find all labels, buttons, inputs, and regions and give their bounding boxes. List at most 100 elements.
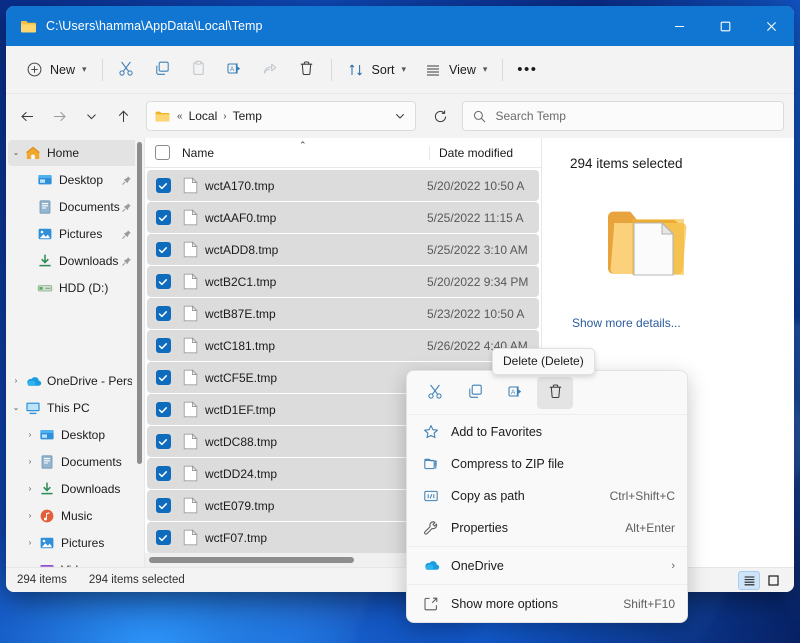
sidebar-item-hdd-d[interactable]: HDD (D:) — [8, 275, 138, 301]
refresh-button[interactable] — [426, 102, 454, 130]
view-button[interactable]: View ▾ — [415, 54, 496, 86]
sidebar-item-documents[interactable]: Documents — [8, 194, 138, 220]
file-row[interactable]: wctADD8.tmp5/25/2022 3:10 AM — [147, 234, 539, 265]
context-item-onedrive[interactable]: OneDrive › — [411, 550, 683, 581]
search-input[interactable] — [495, 109, 773, 123]
sidebar-item-this-pc[interactable]: ⌄This PC — [8, 395, 138, 421]
sort-arrows-icon — [347, 61, 365, 79]
sort-button[interactable]: Sort ▾ — [338, 54, 415, 86]
file-row[interactable]: wctA170.tmp5/20/2022 10:50 A — [147, 170, 539, 201]
file-row[interactable]: wctB2C1.tmp5/20/2022 9:34 PM — [147, 266, 539, 297]
row-checkbox[interactable] — [147, 210, 179, 225]
row-checkbox[interactable] — [147, 402, 179, 417]
sidebar-scrollbar-thumb[interactable] — [137, 142, 142, 464]
file-row[interactable]: wctAAF0.tmp5/25/2022 11:15 A — [147, 202, 539, 233]
checkbox-box — [156, 466, 171, 481]
pin-icon[interactable] — [121, 256, 132, 267]
share-button[interactable] — [253, 54, 289, 86]
sidebar-item-downloads[interactable]: ›Downloads — [8, 476, 138, 502]
row-checkbox[interactable] — [147, 338, 179, 353]
sidebar-item-pictures[interactable]: Pictures — [8, 221, 138, 247]
file-icon — [179, 433, 201, 450]
breadcrumb-segment-local[interactable]: Local — [184, 105, 223, 127]
column-header-name[interactable]: Name ⌃ — [179, 146, 429, 160]
context-item-add-to-favorites[interactable]: Add to Favorites — [411, 416, 683, 447]
context-item-show-more-options[interactable]: Show more options Shift+F10 — [411, 588, 683, 619]
horizontal-scrollbar-thumb[interactable] — [149, 557, 354, 563]
row-checkbox[interactable] — [147, 274, 179, 289]
file-row[interactable]: wctB87E.tmp5/23/2022 10:50 A — [147, 298, 539, 329]
context-delete-button[interactable] — [537, 377, 573, 409]
recent-locations-button[interactable] — [76, 101, 106, 131]
new-button[interactable]: New ▾ — [16, 54, 96, 86]
breadcrumb[interactable]: « Local › Temp — [146, 101, 416, 131]
sidebar-item-desktop[interactable]: ›Desktop — [8, 422, 138, 448]
chevron-right-icon[interactable]: › — [22, 458, 38, 466]
sidebar-item-music[interactable]: ›Music — [8, 503, 138, 529]
cut-button[interactable] — [109, 54, 145, 86]
select-all-checkbox[interactable] — [145, 145, 179, 160]
show-more-details-link[interactable]: Show more details... — [572, 316, 794, 330]
context-cut-button[interactable] — [417, 377, 453, 409]
context-copy-button[interactable] — [457, 377, 493, 409]
row-checkbox[interactable] — [147, 242, 179, 257]
pin-icon[interactable] — [121, 202, 132, 213]
pin-icon[interactable] — [121, 229, 132, 240]
paste-button[interactable] — [181, 54, 217, 86]
row-checkbox[interactable] — [147, 178, 179, 193]
sidebar-item-desktop[interactable]: Desktop — [8, 167, 138, 193]
row-checkbox[interactable] — [147, 434, 179, 449]
status-selected-count: 294 items selected — [89, 574, 185, 586]
rename-button[interactable]: A — [217, 54, 253, 86]
home-icon — [24, 145, 42, 161]
file-row[interactable]: wctC181.tmp5/26/2022 4:40 AM — [147, 330, 539, 361]
row-checkbox[interactable] — [147, 466, 179, 481]
copy-icon — [467, 383, 484, 403]
row-checkbox[interactable] — [147, 530, 179, 545]
context-rename-button[interactable]: A — [497, 377, 533, 409]
chevron-right-icon[interactable]: › — [22, 431, 38, 439]
chevron-down-icon[interactable]: ⌄ — [8, 149, 24, 157]
delete-button[interactable] — [289, 54, 325, 86]
chevron-right-icon[interactable]: › — [22, 566, 38, 567]
back-button[interactable] — [12, 101, 42, 131]
details-view-button[interactable] — [738, 571, 760, 590]
sidebar-scrollbar-track[interactable] — [135, 138, 144, 567]
chevron-down-icon[interactable]: ⌄ — [8, 404, 24, 412]
sidebar-item-videos[interactable]: ›Videos — [8, 557, 138, 567]
sidebar-item-documents[interactable]: ›Documents — [8, 449, 138, 475]
context-item-label: Show more options — [451, 597, 613, 611]
close-button[interactable] — [748, 6, 794, 46]
column-header-date-modified[interactable]: Date modified — [429, 146, 541, 160]
pin-icon[interactable] — [121, 175, 132, 186]
chevron-right-icon[interactable]: › — [22, 485, 38, 493]
breadcrumb-segment-temp[interactable]: Temp — [228, 105, 267, 127]
copy-button[interactable] — [145, 54, 181, 86]
up-button[interactable] — [108, 101, 138, 131]
sidebar-item-pictures[interactable]: ›Pictures — [8, 530, 138, 556]
row-checkbox[interactable] — [147, 370, 179, 385]
chevron-down-icon[interactable] — [389, 104, 411, 128]
chevron-right-icon[interactable]: › — [22, 539, 38, 547]
breadcrumb-overflow[interactable]: « — [176, 111, 184, 122]
sidebar-item-downloads[interactable]: Downloads — [8, 248, 138, 274]
maximize-button[interactable] — [702, 6, 748, 46]
chevron-right-icon[interactable]: › — [22, 512, 38, 520]
row-checkbox[interactable] — [147, 498, 179, 513]
context-item-compress-to-zip[interactable]: Compress to ZIP file — [411, 448, 683, 479]
pictures-icon — [38, 535, 56, 551]
sidebar-item-onedrive-perso[interactable]: ›OneDrive - Perso — [8, 368, 138, 394]
context-item-properties[interactable]: Properties Alt+Enter — [411, 512, 683, 543]
forward-button[interactable] — [44, 101, 74, 131]
sidebar-item-home[interactable]: ⌄Home — [8, 140, 138, 166]
search-box[interactable] — [462, 101, 784, 131]
minimize-button[interactable] — [656, 6, 702, 46]
nav-group-quick-access: ⌄HomeDesktopDocumentsPicturesDownloadsHD… — [6, 140, 144, 301]
large-icons-view-button[interactable] — [762, 571, 784, 590]
row-checkbox[interactable] — [147, 306, 179, 321]
chevron-right-icon[interactable]: › — [8, 377, 24, 385]
view-label: View — [449, 63, 476, 77]
scissors-icon — [118, 60, 135, 80]
context-item-copy-as-path[interactable]: Copy as path Ctrl+Shift+C — [411, 480, 683, 511]
more-options-button[interactable]: ••• — [509, 54, 545, 86]
